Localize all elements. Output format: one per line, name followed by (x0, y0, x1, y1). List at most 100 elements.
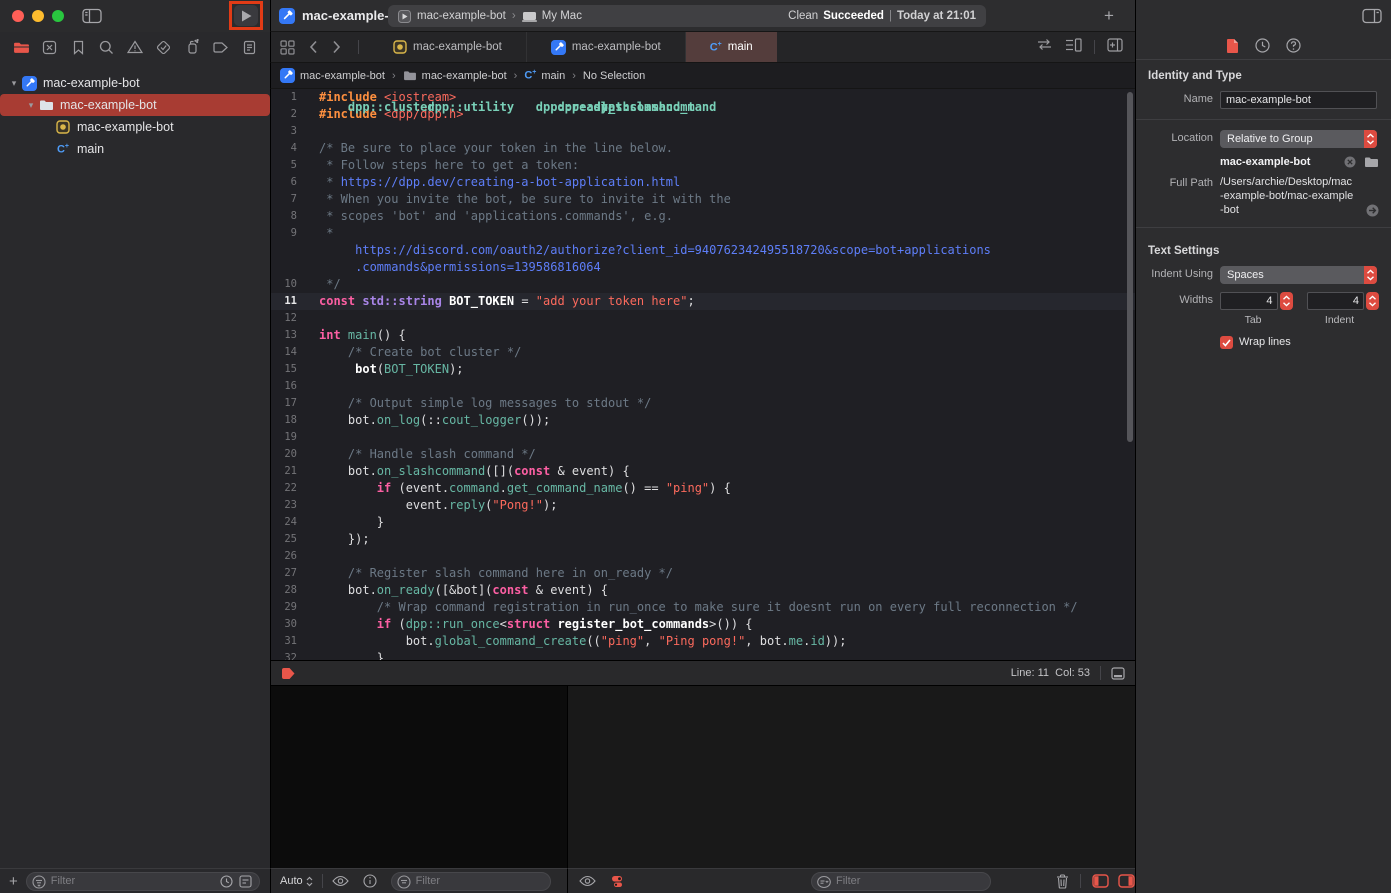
code-line[interactable]: 23 event.reply("Pong!"); (271, 497, 1135, 514)
breakpoints-navigator-icon[interactable] (210, 37, 232, 57)
code-line[interactable]: 19 (271, 429, 1135, 446)
breadcrumb-main[interactable]: C+main (524, 69, 565, 82)
source-control-status-icon[interactable] (239, 875, 252, 888)
breadcrumb-mac-example-bot[interactable]: mac-example-bot (403, 70, 507, 82)
code-line[interactable]: 24 } (271, 514, 1135, 531)
editor-tab-mac-example-bot[interactable]: mac-example-bot (369, 32, 527, 62)
editor-scrollbar[interactable] (1127, 92, 1133, 442)
tab-width-field[interactable] (1220, 292, 1278, 310)
source-control-navigator-icon[interactable] (39, 37, 61, 57)
project-navigator-icon[interactable] (10, 37, 32, 57)
code-line[interactable]: 12 (271, 310, 1135, 327)
location-dropdown[interactable]: Relative to Group (1220, 130, 1377, 148)
indent-using-dropdown[interactable]: Spaces (1220, 266, 1377, 284)
code-line[interactable]: 5 * Follow steps here to get a token: (271, 157, 1135, 174)
code-line[interactable]: 7 * When you invite the bot, be sure to … (271, 191, 1135, 208)
code-line[interactable]: 30 if (dpp::run_once<struct register_bot… (271, 616, 1135, 633)
code-line[interactable]: 13int main() { (271, 327, 1135, 344)
wrap-lines-checkbox[interactable] (1220, 336, 1233, 349)
choose-folder-icon[interactable] (1364, 156, 1379, 168)
tests-navigator-icon[interactable] (153, 37, 175, 57)
code-review-icon[interactable] (1036, 38, 1053, 56)
adjust-editor-icon[interactable] (1111, 667, 1125, 680)
clear-console-trash-icon[interactable] (1056, 874, 1069, 889)
code-line[interactable]: 10 */ (271, 276, 1135, 293)
breakpoints-toggle-icon[interactable] (610, 874, 625, 889)
code-line[interactable]: 9 * (271, 225, 1135, 242)
toggle-inspector-icon[interactable] (1362, 8, 1382, 24)
code-line[interactable]: 8 * scopes 'bot' and 'applications.comma… (271, 208, 1135, 225)
debug-navigator-icon[interactable] (181, 37, 203, 57)
code-line[interactable]: 27 /* Register slash command here in on_… (271, 565, 1135, 582)
code-line[interactable]: 3 (271, 123, 1135, 140)
code-line[interactable]: 22 if (event.command.get_command_name() … (271, 480, 1135, 497)
tree-item-mac-example-bot[interactable]: mac-example-bot (0, 116, 270, 138)
code-line[interactable]: 15 dpp::cluster bot(BOT_TOKEN); (271, 361, 1135, 378)
code-line[interactable]: 32 } (271, 650, 1135, 660)
code-line[interactable]: 17 /* Output simple log messages to stdo… (271, 395, 1135, 412)
zoom-window-button[interactable] (52, 10, 64, 22)
recent-files-clock-icon[interactable] (220, 875, 233, 888)
breadcrumb-mac-example-bot[interactable]: mac-example-bot (280, 68, 385, 83)
code-line[interactable]: 28 bot.on_ready([&bot](const dpp::ready_… (271, 582, 1135, 599)
code-line[interactable]: https://discord.com/oauth2/authorize?cli… (271, 242, 1135, 259)
name-field[interactable] (1220, 91, 1377, 109)
close-window-button[interactable] (12, 10, 24, 22)
issues-navigator-icon[interactable] (124, 37, 146, 57)
debug-info-icon[interactable] (363, 874, 377, 888)
breadcrumb-no-selection[interactable]: No Selection (583, 70, 645, 82)
disclosure-triangle-icon[interactable]: ▾ (25, 100, 37, 111)
code-line[interactable]: 20 /* Handle slash command */ (271, 446, 1135, 463)
add-file-button[interactable]: + (9, 873, 18, 890)
open-path-arrow-icon[interactable] (1366, 204, 1379, 217)
library-add-button[interactable]: + (1104, 6, 1114, 26)
show-only-variables-eye-icon[interactable] (332, 875, 349, 887)
indent-width-field[interactable] (1307, 292, 1365, 310)
disclosure-triangle-icon[interactable]: ▾ (8, 78, 20, 89)
go-forward-icon[interactable] (325, 32, 348, 62)
code-line[interactable]: 31 bot.global_command_create(dpp::slashc… (271, 633, 1135, 650)
tab-width-stepper[interactable] (1280, 292, 1293, 310)
editor-grid-icon[interactable] (271, 32, 302, 62)
minimap-icon[interactable] (1065, 38, 1082, 57)
minimize-window-button[interactable] (32, 10, 44, 22)
go-back-icon[interactable] (302, 32, 325, 62)
tab-width-input[interactable] (1221, 293, 1277, 309)
reports-navigator-icon[interactable] (238, 37, 260, 57)
file-inspector-icon[interactable] (1226, 38, 1239, 54)
code-line[interactable]: 14 /* Create bot cluster */ (271, 344, 1135, 361)
show-console-pane-icon[interactable] (1118, 874, 1135, 888)
navigator-filter-field[interactable] (26, 872, 260, 891)
code-line[interactable]: 4/* Be sure to place your token in the l… (271, 140, 1135, 157)
tree-item-mac-example-bot[interactable]: ▾mac-example-bot (0, 94, 270, 116)
editor-tab-main[interactable]: C+main (686, 32, 777, 62)
console-filter-input[interactable] (812, 875, 990, 887)
variables-filter-field[interactable] (391, 872, 551, 891)
indent-width-stepper[interactable] (1366, 292, 1379, 310)
code-line[interactable]: 11const std::string BOT_TOKEN = "add you… (271, 293, 1135, 310)
console-view[interactable] (567, 685, 1135, 868)
name-input[interactable] (1226, 94, 1371, 106)
show-variables-pane-icon[interactable] (1092, 874, 1109, 888)
console-eye-icon[interactable] (579, 875, 596, 887)
editor-tab-mac-example-bot[interactable]: mac-example-bot (527, 32, 686, 62)
history-inspector-icon[interactable] (1255, 38, 1270, 53)
code-line[interactable]: 6 * https://dpp.dev/creating-a-bot-appli… (271, 174, 1135, 191)
clear-location-icon[interactable] (1344, 156, 1356, 168)
find-navigator-icon[interactable] (96, 37, 118, 57)
variables-filter-input[interactable] (392, 875, 550, 887)
tree-item-mac-example-bot[interactable]: ▾mac-example-bot (0, 72, 270, 94)
code-line[interactable]: 26 (271, 548, 1135, 565)
code-line[interactable]: 16 (271, 378, 1135, 395)
toggle-navigator-icon[interactable] (82, 8, 102, 24)
code-line[interactable]: 29 /* Wrap command registration in run_o… (271, 599, 1135, 616)
code-line[interactable]: 21 bot.on_slashcommand([](const dpp::sla… (271, 463, 1135, 480)
variables-scope-selector[interactable]: Auto (280, 875, 313, 887)
tree-item-main[interactable]: C+main (0, 138, 270, 160)
help-inspector-icon[interactable] (1286, 38, 1301, 53)
scheme-selector[interactable]: mac-example-bot › My Mac Clean Succeeded… (388, 5, 986, 27)
source-editor[interactable]: 1#include <iostream>2#include <dpp/dpp.h… (270, 88, 1135, 660)
bookmarks-navigator-icon[interactable] (67, 37, 89, 57)
code-line[interactable]: 18 bot.on_log(dpp::utility::cout_logger(… (271, 412, 1135, 429)
indent-width-input[interactable] (1308, 293, 1364, 309)
